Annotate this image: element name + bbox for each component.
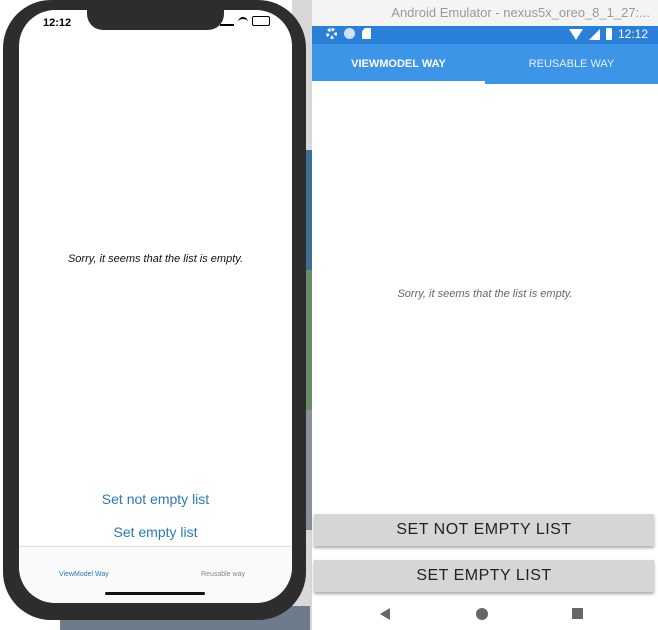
signal-icon — [220, 16, 234, 26]
ios-screen: 12:12 Sorry, it seems that the list is e… — [19, 10, 292, 603]
empty-list-message: Sorry, it seems that the list is empty. — [397, 288, 573, 300]
tab-indicator — [312, 81, 485, 84]
android-status-bar: 12:12 — [312, 26, 658, 44]
home-icon[interactable] — [476, 608, 488, 620]
tab-reusable-way[interactable]: Reusable way — [201, 571, 245, 578]
sd-card-icon — [362, 28, 371, 39]
ios-status-time: 12:12 — [43, 17, 72, 29]
battery-icon — [252, 16, 270, 26]
tab-viewmodel-way[interactable]: VIEWMODEL WAY — [312, 44, 485, 84]
signal-icon — [588, 28, 600, 40]
android-tab-bar: VIEWMODEL WAY REUSABLE WAY — [312, 44, 658, 84]
set-empty-list-button[interactable]: Set empty list — [19, 523, 292, 541]
set-empty-list-button[interactable]: SET EMPTY LIST — [314, 560, 654, 592]
notch — [87, 10, 224, 30]
back-icon[interactable] — [380, 608, 390, 620]
empty-list-message: Sorry, it seems that the list is empty. — [67, 253, 244, 265]
ios-status-icons — [220, 16, 270, 26]
set-not-empty-list-button[interactable]: Set not empty list — [19, 490, 292, 508]
recents-icon[interactable] — [572, 608, 583, 619]
gear-icon — [326, 28, 337, 39]
wifi-icon — [568, 28, 583, 40]
android-status-time: 12:12 — [617, 27, 648, 41]
android-nav-bar — [312, 598, 658, 630]
circle-icon — [344, 28, 355, 39]
tab-reusable-way[interactable]: REUSABLE WAY — [485, 44, 658, 84]
window-title: Android Emulator - nexus5x_oreo_8_1_27:.… — [312, 0, 658, 26]
set-not-empty-list-button[interactable]: SET NOT EMPTY LIST — [314, 514, 654, 546]
home-indicator[interactable] — [105, 592, 205, 595]
battery-icon — [605, 28, 612, 40]
wifi-icon — [238, 17, 248, 25]
tab-viewmodel-way[interactable]: ViewModel Way — [59, 571, 109, 578]
iphone-simulator: 12:12 Sorry, it seems that the list is e… — [3, 0, 306, 620]
android-emulator: Android Emulator - nexus5x_oreo_8_1_27:.… — [312, 0, 658, 630]
